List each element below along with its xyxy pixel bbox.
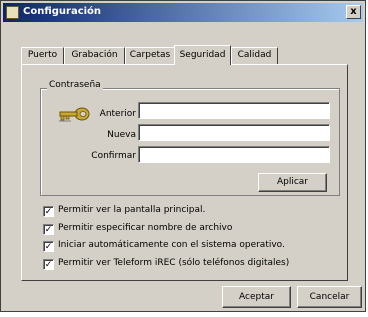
confirm-password-field[interactable] bbox=[138, 146, 330, 163]
tab-grabacion[interactable]: Grabación bbox=[64, 47, 125, 64]
password-group-title: Contraseña bbox=[47, 80, 103, 90]
tab-seguridad[interactable]: Seguridad bbox=[174, 45, 231, 65]
title-bar[interactable]: Configuración x bbox=[3, 3, 363, 22]
tab-calidad[interactable]: Calidad bbox=[231, 47, 278, 64]
option-autostart-label: Iniciar automáticamente con el sistema o… bbox=[58, 240, 285, 250]
option-teleform-irec-checkbox[interactable]: ✓ bbox=[43, 259, 54, 270]
option-specify-filename-checkbox[interactable]: ✓ bbox=[43, 224, 54, 235]
option-teleform-irec-label: Permitir ver Teleform iREC (sólo teléfon… bbox=[58, 258, 290, 268]
close-button[interactable]: x bbox=[346, 5, 361, 19]
cancel-button[interactable]: Cancelar bbox=[297, 286, 362, 308]
confirm-password-label: Confirmar bbox=[91, 151, 136, 161]
accept-button[interactable]: Aceptar bbox=[222, 286, 291, 308]
tab-carpetas[interactable]: Carpetas bbox=[125, 47, 175, 64]
old-password-label: Anterior bbox=[99, 109, 136, 119]
tab-puerto[interactable]: Puerto bbox=[21, 47, 64, 64]
option-show-main-screen-checkbox[interactable]: ✓ bbox=[43, 206, 54, 217]
app-icon bbox=[6, 6, 19, 19]
option-show-main-screen-label: Permitir ver la pantalla principal. bbox=[58, 205, 206, 215]
option-specify-filename-label: Permitir especificar nombre de archivo bbox=[58, 223, 233, 233]
new-password-field[interactable] bbox=[138, 124, 330, 141]
window-title: Configuración bbox=[23, 6, 102, 17]
old-password-field[interactable] bbox=[138, 102, 330, 119]
apply-button[interactable]: Aplicar bbox=[258, 173, 327, 192]
new-password-label: Nueva bbox=[107, 130, 136, 140]
option-autostart-checkbox[interactable]: ✓ bbox=[43, 241, 54, 252]
